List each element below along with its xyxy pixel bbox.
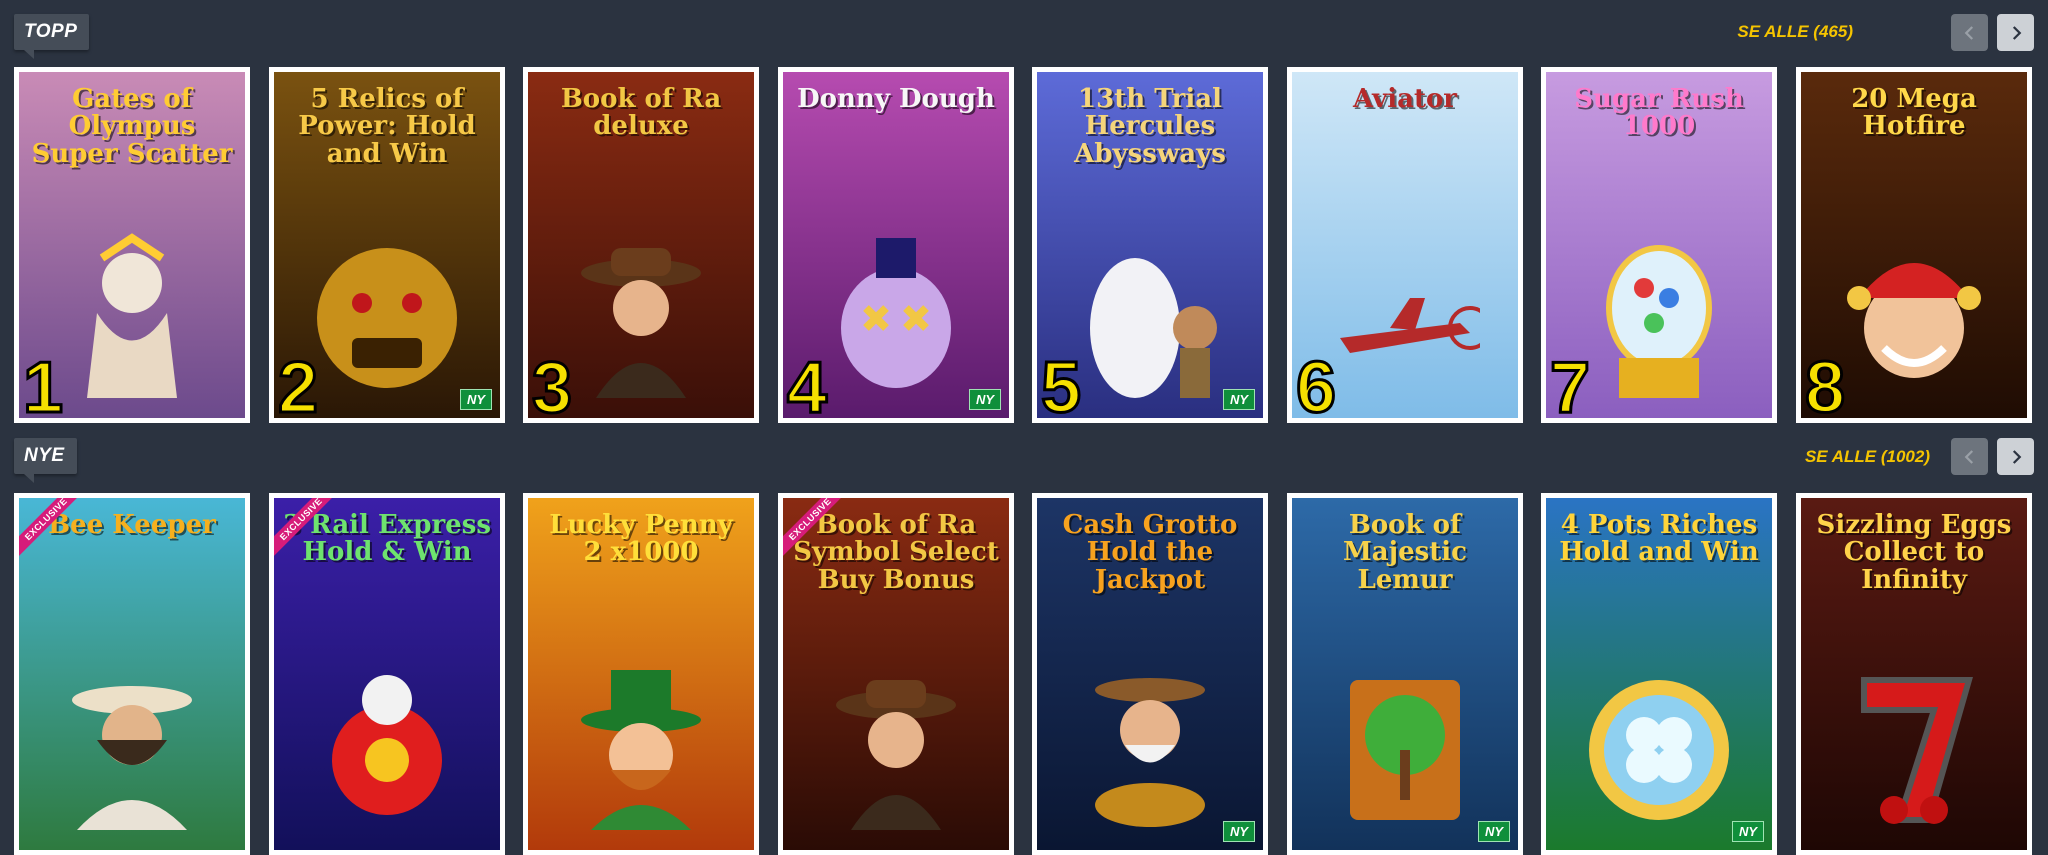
game-card[interactable]: Book of Ra deluxe 3 — [523, 67, 759, 423]
gumball-illustration — [1606, 245, 1712, 398]
game-title: Lucky Penny 2 x1000 — [549, 510, 733, 568]
explorer-illustration — [836, 680, 956, 830]
see-all-new-link[interactable]: SE ALLE (1002) — [1805, 447, 1930, 467]
new-badge: NY — [459, 389, 492, 410]
pegasus-illustration — [1090, 258, 1217, 398]
game-thumbnail: Aviator 6 — [1292, 72, 1518, 418]
game-thumbnail: Sugar Rush 1000 7 — [1546, 72, 1772, 418]
rank-number: 1 — [21, 348, 64, 419]
game-thumbnail: Book of Ra deluxe 3 — [528, 72, 754, 418]
rank-number: 2 — [276, 348, 319, 419]
game-thumbnail: Cash Grotto Hold the Jackpot NY — [1037, 498, 1263, 850]
game-card[interactable]: Book of Ra Symbol Select Buy Bonus EXCLUS… — [778, 493, 1014, 855]
game-card[interactable]: 13th Trial Hercules Abyssways 5 NY — [1032, 67, 1268, 423]
carousel-next-button-top[interactable] — [1997, 14, 2034, 51]
game-card[interactable]: 20 Mega Hotfire 8 — [1796, 67, 2032, 423]
clown-illustration — [841, 238, 951, 388]
game-title: 4 Pots Riches Hold and Win — [1559, 510, 1759, 568]
game-title: Book of Ra Symbol Select Buy Bonus — [793, 510, 999, 595]
game-thumbnail: 13th Trial Hercules Abyssways 5 NY — [1037, 72, 1263, 418]
game-card[interactable]: Donny Dough 4 NY — [778, 67, 1014, 423]
game-title: 20 Mega Hotfire — [1851, 84, 1977, 142]
new-badge: NY — [1222, 389, 1255, 410]
game-thumbnail: Lucky Penny 2 x1000 — [528, 498, 754, 850]
section-label-new: NYE — [14, 438, 77, 483]
rank-number: 4 — [785, 348, 828, 419]
game-thumbnail: Book of Ra Symbol Select Buy Bonus EXCLUS… — [783, 498, 1009, 850]
game-title: Sugar Rush 1000 — [1574, 84, 1744, 142]
section-top: TOPP SE ALLE (465) Gates of Olympus Supe… — [0, 0, 2048, 425]
game-title: Aviator — [1353, 84, 1457, 114]
game-thumbnail: 20 Mega Hotfire 8 — [1801, 72, 2027, 418]
game-title: 5 Relics of Power: Hold and Win — [298, 84, 476, 169]
section-label-top: TOPP — [14, 14, 90, 59]
carousel-prev-button-new[interactable] — [1951, 438, 1988, 475]
clover-coin-illustration — [1589, 680, 1729, 820]
tree-book-illustration — [1350, 680, 1460, 820]
game-thumbnail: 5 Relics of Power: Hold and Win 2 NY — [274, 72, 500, 418]
rank-number: 8 — [1803, 348, 1846, 419]
jester-illustration — [1847, 263, 1981, 378]
chevron-right-icon — [2012, 449, 2021, 464]
game-thumbnail: Donny Dough 4 NY — [783, 72, 1009, 418]
game-card[interactable]: Gates of Olympus Super Scatter 1 — [14, 67, 250, 423]
new-badge: NY — [1731, 821, 1764, 842]
game-card[interactable]: 3 Rail Express Hold & Win EXCLUSIVE — [269, 493, 505, 855]
rank-number: 7 — [1548, 348, 1591, 419]
new-badge: NY — [1477, 821, 1510, 842]
carousel-next-button-new[interactable] — [1997, 438, 2034, 475]
game-thumbnail: 4 Pots Riches Hold and Win NY — [1546, 498, 1772, 850]
game-title: Donny Dough — [797, 84, 995, 114]
game-card[interactable]: Cash Grotto Hold the Jackpot NY — [1032, 493, 1268, 855]
game-card[interactable]: Bee Keeper EXCLUSIVE — [14, 493, 250, 855]
game-title: Book of Majestic Lemur — [1343, 510, 1467, 595]
new-badge: NY — [1222, 821, 1255, 842]
game-card[interactable]: Book of Majestic Lemur NY — [1287, 493, 1523, 855]
game-thumbnail: 3 Rail Express Hold & Win EXCLUSIVE — [274, 498, 500, 850]
see-all-top-link[interactable]: SE ALLE (465) — [1737, 22, 1853, 42]
golden-mask-illustration — [317, 248, 457, 388]
game-card[interactable]: Sizzling Eggs Collect to Infinity — [1796, 493, 2032, 855]
beekeeper-illustration — [72, 686, 192, 830]
game-thumbnail: Sizzling Eggs Collect to Infinity — [1801, 498, 2027, 850]
game-thumbnail: Book of Majestic Lemur NY — [1292, 498, 1518, 850]
game-title: Book of Ra deluxe — [560, 84, 722, 142]
airplane-illustration — [1340, 298, 1480, 353]
game-title: 3 Rail Express Hold & Win — [282, 510, 491, 568]
rank-number: 5 — [1039, 348, 1082, 419]
leprechaun-illustration — [581, 670, 701, 830]
game-title: Sizzling Eggs Collect to Infinity — [1816, 510, 2012, 595]
game-title: Cash Grotto Hold the Jackpot — [1062, 510, 1238, 595]
game-thumbnail: Bee Keeper EXCLUSIVE — [19, 498, 245, 850]
train-illustration — [332, 675, 442, 815]
explorer-illustration — [581, 248, 701, 398]
zeus-illustration — [87, 233, 177, 398]
game-card[interactable]: 4 Pots Riches Hold and Win NY — [1541, 493, 1777, 855]
game-title: Gates of Olympus Super Scatter — [31, 84, 233, 169]
rank-number: 3 — [530, 348, 573, 419]
game-thumbnail: Gates of Olympus Super Scatter 1 — [19, 72, 245, 418]
rank-number: 6 — [1294, 348, 1337, 419]
chevron-right-icon — [2012, 25, 2021, 40]
game-card[interactable]: 5 Relics of Power: Hold and Win 2 NY — [269, 67, 505, 423]
new-badge: NY — [968, 389, 1001, 410]
miner-illustration — [1095, 678, 1205, 827]
game-card[interactable]: Lucky Penny 2 x1000 — [523, 493, 759, 855]
chevron-left-icon — [1964, 25, 1973, 40]
carousel-prev-button-top[interactable] — [1951, 14, 1988, 51]
section-new: NYE SE ALLE (1002) Bee Keeper EXCLUSIVE 3 … — [0, 425, 2048, 855]
seven-illustration — [1861, 677, 1973, 824]
chevron-left-icon — [1964, 449, 1973, 464]
game-card[interactable]: Aviator 6 — [1287, 67, 1523, 423]
game-title: 13th Trial Hercules Abyssways — [1074, 84, 1226, 169]
game-card[interactable]: Sugar Rush 1000 7 — [1541, 67, 1777, 423]
